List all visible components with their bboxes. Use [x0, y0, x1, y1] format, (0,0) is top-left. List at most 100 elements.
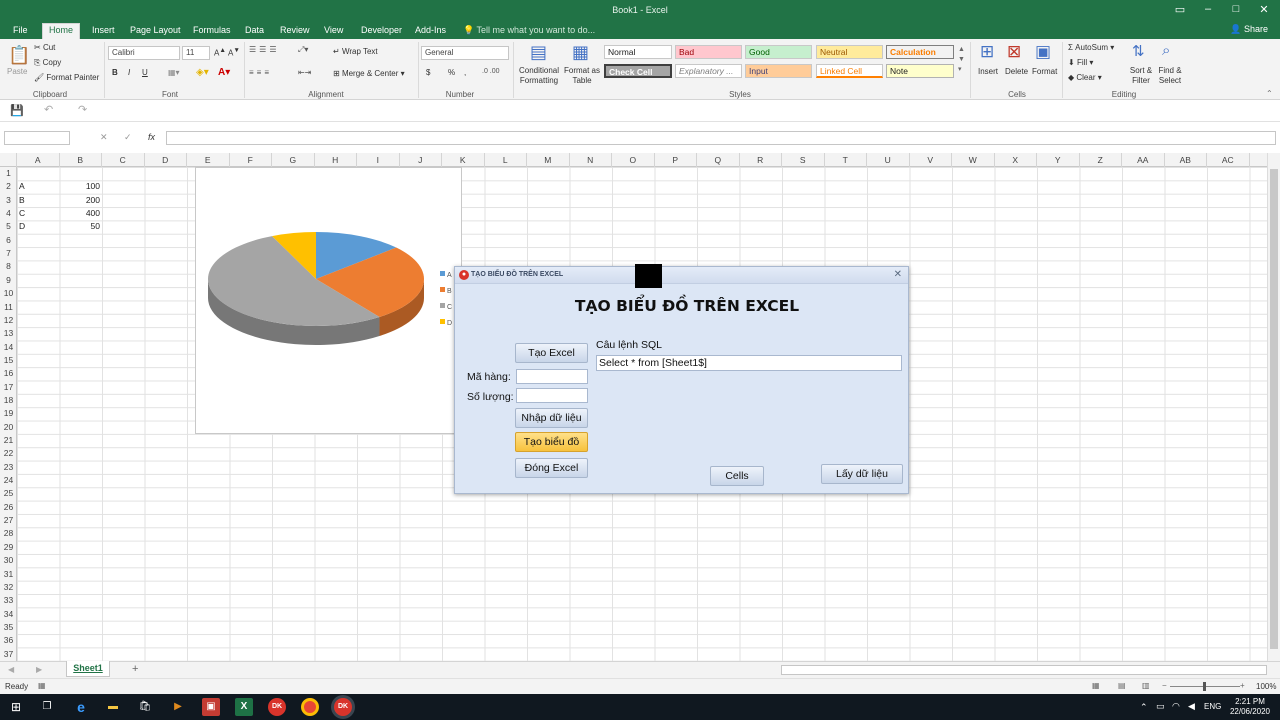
row-header-11[interactable]: 11: [0, 301, 17, 314]
row-header-15[interactable]: 15: [0, 354, 17, 367]
row-header-18[interactable]: 18: [0, 394, 17, 407]
cut-button[interactable]: ✂ Cut: [34, 43, 55, 52]
shrink-font-icon[interactable]: A▼: [228, 47, 240, 58]
pie-chart[interactable]: A B C D: [195, 167, 462, 434]
zoom-in-icon[interactable]: +: [1240, 681, 1245, 690]
tab-view[interactable]: View: [318, 24, 349, 39]
tab-formulas[interactable]: Formulas: [187, 24, 237, 39]
new-sheet-button[interactable]: +: [132, 663, 138, 675]
column-header-x[interactable]: X: [995, 153, 1037, 167]
formula-cancel-icon[interactable]: ✕: [100, 132, 108, 143]
column-header-v[interactable]: V: [910, 153, 952, 167]
row-header-10[interactable]: 10: [0, 287, 17, 300]
bold-button[interactable]: B: [112, 68, 118, 77]
maximize-icon[interactable]: □: [1224, 3, 1248, 15]
row-header-3[interactable]: 3: [0, 194, 17, 207]
vertical-align-icons[interactable]: ☰☰☰: [249, 45, 280, 54]
cell-a4[interactable]: C: [19, 207, 25, 220]
format-cells-icon[interactable]: ▣: [1035, 42, 1051, 62]
page-layout-view-icon[interactable]: ▤: [1118, 681, 1126, 690]
close-icon[interactable]: ✕: [1252, 3, 1276, 16]
formula-enter-icon[interactable]: ✓: [124, 132, 132, 143]
column-header-m[interactable]: M: [527, 153, 570, 167]
autosum-button[interactable]: Σ AutoSum ▾: [1068, 43, 1114, 52]
tab-insert[interactable]: Insert: [86, 24, 121, 39]
row-header-6[interactable]: 6: [0, 234, 17, 247]
italic-button[interactable]: I: [128, 68, 130, 77]
save-icon[interactable]: 💾: [10, 104, 24, 117]
row-header-24[interactable]: 24: [0, 474, 17, 487]
copy-button[interactable]: ⎘ Copy: [34, 58, 61, 68]
row-header-17[interactable]: 17: [0, 381, 17, 394]
column-header-h[interactable]: H: [315, 153, 357, 167]
currency-button[interactable]: $: [426, 68, 430, 77]
insert-cells-icon[interactable]: ⊞: [980, 42, 994, 62]
cell-a5[interactable]: D: [19, 220, 25, 233]
row-header-25[interactable]: 25: [0, 487, 17, 500]
tab-review[interactable]: Review: [274, 24, 316, 39]
chrome-icon[interactable]: [301, 698, 319, 716]
row-header-34[interactable]: 34: [0, 608, 17, 621]
cell-a2[interactable]: A: [19, 180, 25, 193]
row-header-32[interactable]: 32: [0, 581, 17, 594]
borders-icon[interactable]: ▦▾: [168, 68, 180, 77]
row-header-36[interactable]: 36: [0, 634, 17, 647]
file-explorer-icon[interactable]: ▬: [104, 698, 122, 716]
style-good[interactable]: Good: [745, 45, 812, 59]
vertical-scrollbar[interactable]: [1267, 153, 1280, 661]
column-header-y[interactable]: Y: [1037, 153, 1080, 167]
column-header-e[interactable]: E: [187, 153, 230, 167]
cell-b4[interactable]: 400: [60, 207, 100, 220]
volume-icon[interactable]: ◀: [1188, 701, 1195, 712]
row-header-19[interactable]: 19: [0, 407, 17, 420]
close-excel-button[interactable]: Đóng Excel: [515, 458, 588, 478]
sort-filter-button[interactable]: Sort & Filter: [1126, 66, 1156, 86]
tab-file[interactable]: File: [7, 24, 34, 39]
row-header-12[interactable]: 12: [0, 314, 17, 327]
redo-icon[interactable]: ↷: [78, 103, 87, 116]
language-indicator[interactable]: ENG: [1204, 702, 1221, 711]
column-header-r[interactable]: R: [740, 153, 782, 167]
cells-button[interactable]: Cells: [710, 466, 764, 486]
column-header-w[interactable]: W: [952, 153, 995, 167]
row-header-4[interactable]: 4: [0, 207, 17, 220]
row-header-16[interactable]: 16: [0, 367, 17, 380]
task-view-icon[interactable]: ❐: [38, 698, 56, 716]
number-format-select[interactable]: General: [421, 46, 509, 60]
sql-input[interactable]: Select * from [Sheet1$]: [596, 355, 902, 371]
row-header-8[interactable]: 8: [0, 260, 17, 273]
grow-font-icon[interactable]: A▲: [214, 47, 226, 58]
row-header-7[interactable]: 7: [0, 247, 17, 260]
insert-cells-button[interactable]: Insert: [978, 67, 998, 76]
style-normal[interactable]: Normal: [604, 45, 672, 59]
dk-app-icon[interactable]: DK: [268, 698, 286, 716]
row-header-31[interactable]: 31: [0, 568, 17, 581]
column-header-z[interactable]: Z: [1080, 153, 1122, 167]
paste-label[interactable]: Paste: [7, 67, 27, 76]
style-linked-cell[interactable]: Linked Cell: [816, 64, 883, 78]
cell-a3[interactable]: B: [19, 194, 25, 207]
indent-icons[interactable]: ⇤⇥: [298, 68, 311, 77]
select-all-corner[interactable]: [0, 153, 17, 167]
dialog-title-bar[interactable]: ● TẠO BIỂU ĐỒ TRÊN EXCEL ✕: [455, 267, 908, 284]
find-select-button[interactable]: Find & Select: [1155, 66, 1185, 86]
column-header-ac[interactable]: AC: [1207, 153, 1250, 167]
undo-icon[interactable]: ↶: [44, 103, 53, 116]
style-input[interactable]: Input: [745, 64, 812, 78]
style-neutral[interactable]: Neutral: [816, 45, 883, 59]
row-header-22[interactable]: 22: [0, 447, 17, 460]
wifi-icon[interactable]: ◠: [1172, 701, 1180, 712]
column-header-o[interactable]: O: [612, 153, 655, 167]
zoom-slider-thumb[interactable]: [1203, 682, 1206, 691]
input-data-button[interactable]: Nhập dữ liệu: [515, 408, 588, 428]
find-select-icon[interactable]: ⌕: [1162, 42, 1170, 59]
row-header-2[interactable]: 2: [0, 180, 17, 193]
format-painter-button[interactable]: 🖌 Format Painter: [34, 73, 99, 82]
comma-button[interactable]: ,: [464, 68, 466, 77]
prev-sheet-icon[interactable]: ◀: [8, 665, 14, 674]
windows-start-icon[interactable]: ⊞: [7, 698, 25, 716]
row-header-14[interactable]: 14: [0, 341, 17, 354]
row-header-9[interactable]: 9: [0, 274, 17, 287]
format-cells-button[interactable]: Format: [1032, 67, 1057, 76]
fill-button[interactable]: ⬇ Fill ▾: [1068, 58, 1093, 67]
